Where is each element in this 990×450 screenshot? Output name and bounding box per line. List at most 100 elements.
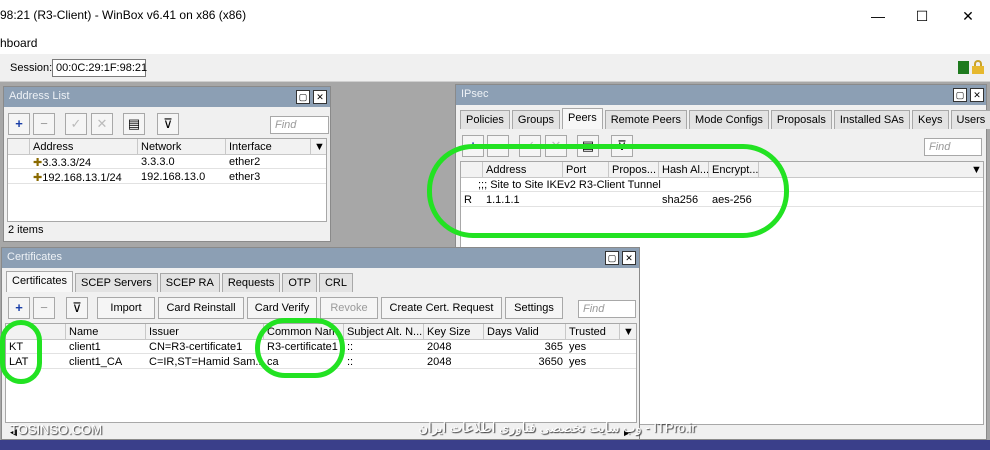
address-list-window: Address List ▢ ✕ + − ✓ ✕ ▤ ⊽ Find Addres… (3, 86, 331, 242)
cell-key-size: 2048 (427, 341, 452, 353)
tab-keys[interactable]: Keys (912, 110, 949, 129)
add-icon[interactable]: + (8, 113, 30, 135)
minimize-button[interactable]: — (858, 4, 898, 28)
window-title: IPsec (461, 88, 489, 100)
cell-days-valid: 3650 (538, 356, 563, 368)
tab-requests[interactable]: Requests (221, 273, 281, 292)
column-header-trusted[interactable]: Trusted (566, 324, 620, 340)
highlight-common-name (255, 318, 345, 378)
watermark-right: ITPro.ir - وب سایت تخصصی فناوری اطلاعات … (418, 420, 696, 435)
card-reinstall-button[interactable]: Card Reinstall (158, 297, 244, 319)
remove-icon[interactable]: − (33, 113, 55, 135)
session-bar: Session: 00:0C:29:1F:98:21 (0, 54, 990, 82)
cell-days-valid: 365 (544, 341, 563, 353)
column-menu-icon[interactable]: ▼ (311, 139, 327, 155)
cell-network: 3.3.3.0 (141, 156, 175, 168)
tab-scep-ra[interactable]: SCEP RA (159, 273, 220, 292)
cell-issuer: CN=R3-certificate1 (149, 341, 243, 353)
column-menu-icon[interactable]: ▼ (968, 162, 984, 178)
certificate-tabs: Certificates SCEP Servers SCEP RA Reques… (6, 271, 355, 293)
cell-interface: ether3 (229, 171, 261, 183)
create-cert-request-button[interactable]: Create Cert. Request (381, 297, 502, 319)
filter-icon[interactable]: ⊽ (66, 297, 88, 319)
column-header-interface[interactable]: Interface (226, 139, 311, 155)
tab-certificates[interactable]: Certificates (6, 271, 74, 292)
column-header-address[interactable]: Address (30, 139, 138, 155)
watermark-left: TOSINSO.COM (10, 422, 103, 437)
cell-trusted: yes (569, 356, 587, 368)
column-header-subject-alt-name[interactable]: Subject Alt. N... (344, 324, 424, 340)
ipsec-tabs: Policies Groups Peers Remote Peers Mode … (460, 108, 990, 130)
comment-icon[interactable]: ▤ (123, 113, 145, 135)
find-input[interactable]: Find (924, 138, 982, 156)
import-button[interactable]: Import (97, 297, 155, 319)
highlight-cert-flags (0, 320, 42, 384)
close-button[interactable]: ✕ (948, 4, 988, 28)
cell-subject-alt-name: :: (347, 341, 354, 353)
tab-crl[interactable]: CRL (318, 273, 353, 292)
column-header-issuer[interactable]: Issuer (146, 324, 264, 340)
address-entry-icon: ✚ (33, 172, 43, 184)
lock-icon (972, 60, 984, 74)
column-header-network[interactable]: Network (138, 139, 226, 155)
cell-subject-alt-name: :: (347, 356, 354, 368)
address-list-titlebar: Address List ▢ ✕ (4, 87, 330, 107)
address-table: Address Network Interface ▼ ✚3.3.3.3/24 … (7, 138, 327, 222)
tab-peers[interactable]: Peers (561, 108, 603, 129)
disable-icon[interactable]: ✕ (91, 113, 113, 135)
cell-address: 3.3.3.3/24 (42, 157, 92, 169)
title-bar: 98:21 (R3-Client) - WinBox v6.41 on x86 … (0, 0, 990, 32)
cell-name: client1_CA (69, 356, 123, 368)
tab-proposals[interactable]: Proposals (770, 110, 832, 129)
card-verify-button[interactable]: Card Verify (247, 297, 317, 319)
cell-name: client1 (69, 341, 101, 353)
column-header-name[interactable]: Name (66, 324, 146, 340)
window-title: Certificates (7, 251, 63, 263)
tab-policies[interactable]: Policies (460, 110, 510, 129)
maximize-button[interactable]: ☐ (902, 4, 942, 28)
tab-groups[interactable]: Groups (511, 110, 560, 129)
tab-remote-peers[interactable]: Remote Peers (604, 110, 688, 129)
add-icon[interactable]: + (8, 297, 30, 319)
find-input[interactable]: Find (578, 300, 636, 318)
session-field[interactable]: 00:0C:29:1F:98:21 (52, 59, 147, 77)
tab-users[interactable]: Users (950, 110, 990, 129)
tab-scep-servers[interactable]: SCEP Servers (75, 273, 158, 292)
cell-issuer: C=IR,ST=Hamid Sam... (149, 356, 264, 368)
window-title: Address List (9, 90, 70, 102)
item-count: 2 items (8, 224, 44, 236)
find-input[interactable]: Find (270, 116, 329, 134)
settings-button[interactable]: Settings (505, 297, 563, 319)
menu-bar: hboard (0, 32, 990, 54)
column-menu-icon[interactable]: ▼ (620, 324, 636, 340)
cell-network: 192.168.13.0 (141, 171, 206, 183)
status-indicator-icon (958, 61, 969, 74)
enable-icon[interactable]: ✓ (65, 113, 87, 135)
address-entry-icon: ✚ (33, 157, 43, 169)
cell-key-size: 2048 (427, 356, 452, 368)
table-row[interactable]: ✚192.168.13.1/24 192.168.13.0 ether3 (8, 170, 326, 184)
column-header-key-size[interactable]: Key Size (424, 324, 484, 340)
restore-icon[interactable]: ▢ (296, 90, 310, 104)
tab-otp[interactable]: OTP (282, 273, 317, 292)
close-icon[interactable]: ✕ (970, 88, 984, 102)
restore-icon[interactable]: ▢ (953, 88, 967, 102)
revoke-button[interactable]: Revoke (320, 297, 378, 319)
filter-icon[interactable]: ⊽ (157, 113, 179, 135)
session-label: Session: (10, 62, 53, 74)
column-header-days-valid[interactable]: Days Valid (484, 324, 566, 340)
cell-address: 192.168.13.1/24 (42, 172, 122, 184)
restore-icon[interactable]: ▢ (605, 251, 619, 265)
cell-interface: ether2 (229, 156, 261, 168)
taskbar-strip (0, 440, 990, 450)
certificates-titlebar: Certificates ▢ ✕ (2, 248, 639, 268)
cell-trusted: yes (569, 341, 587, 353)
tab-mode-configs[interactable]: Mode Configs (689, 110, 769, 129)
menu-item-dashboard[interactable]: hboard (0, 36, 37, 50)
close-icon[interactable]: ✕ (313, 90, 327, 104)
remove-icon[interactable]: − (33, 297, 55, 319)
window-title: 98:21 (R3-Client) - WinBox v6.41 on x86 … (0, 8, 247, 22)
table-row[interactable]: ✚3.3.3.3/24 3.3.3.0 ether2 (8, 155, 326, 169)
close-icon[interactable]: ✕ (622, 251, 636, 265)
tab-installed-sas[interactable]: Installed SAs (833, 110, 911, 129)
